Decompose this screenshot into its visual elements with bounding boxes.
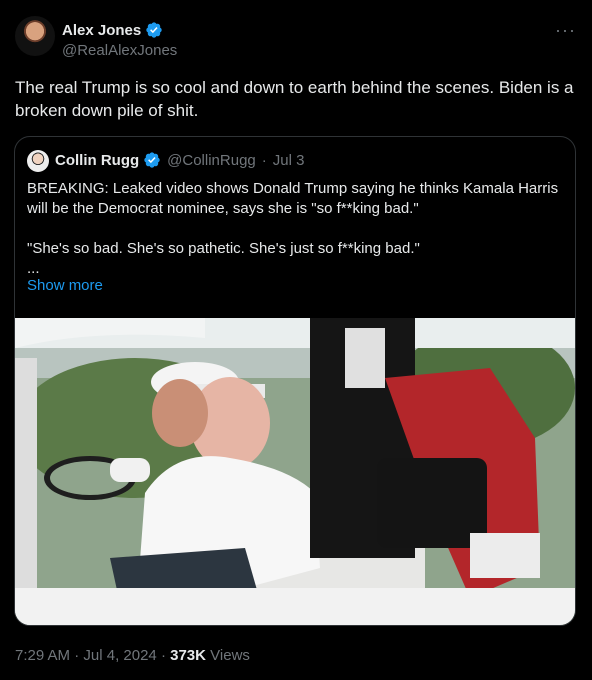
more-horizontal-icon[interactable]: ··· <box>555 20 576 41</box>
show-more-link[interactable]: Show more <box>27 277 103 294</box>
quoted-tweet[interactable]: Collin Rugg @CollinRugg · Jul 3 BREAKING… <box>14 136 576 626</box>
post-meta: 7:29 AM · Jul 4, 2024 · 373K Views <box>15 647 250 664</box>
view-count: 373K <box>170 647 206 664</box>
author-name-row[interactable]: Alex Jones <box>62 21 163 39</box>
quoted-header: Collin Rugg @CollinRugg · Jul 3 <box>55 151 304 169</box>
views-label: Views <box>210 647 250 664</box>
quoted-author-avatar <box>27 150 49 172</box>
quoted-text: BREAKING: Leaked video shows Donald Trum… <box>27 180 559 277</box>
video-thumbnail[interactable] <box>15 318 575 625</box>
author-name[interactable]: Alex Jones <box>62 22 141 39</box>
post-time[interactable]: 7:29 AM <box>15 647 70 664</box>
quoted-date: Jul 3 <box>272 151 305 169</box>
meta-separator: · <box>74 647 84 664</box>
verified-badge-icon <box>144 152 160 168</box>
author-avatar[interactable] <box>15 16 55 56</box>
quoted-author-name: Collin Rugg <box>55 151 140 169</box>
golf-cart-scene <box>15 318 575 625</box>
post-text: The real Trump is so cool and down to ea… <box>15 78 574 120</box>
author-handle[interactable]: @RealAlexJones <box>62 42 177 59</box>
tweet: Alex Jones @RealAlexJones ··· The real T… <box>0 0 592 680</box>
quoted-date-separator: · <box>261 151 267 169</box>
meta-separator: · <box>160 647 171 664</box>
quoted-handle: @CollinRugg <box>167 151 256 169</box>
post-date[interactable]: Jul 4, 2024 <box>83 647 156 664</box>
verified-badge-icon <box>146 22 162 38</box>
